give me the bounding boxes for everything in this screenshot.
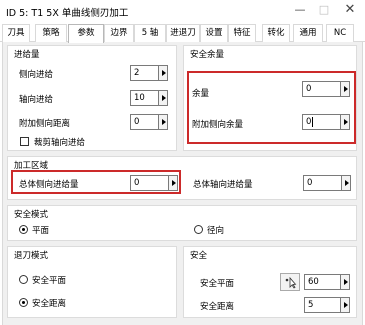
extra-side-distance-input[interactable]: 0 — [130, 114, 168, 130]
side-feed-label: 侧向进给 — [19, 70, 54, 80]
safety-margin-group-title: 安全余量 — [190, 50, 225, 60]
retract-safe-distance-label: 安全距离 — [32, 299, 67, 309]
safe-plane-spin-arrow-icon[interactable] — [340, 275, 349, 289]
tab-tool[interactable]: 刀具 — [2, 24, 30, 42]
safety-mode-group-title: 安全模式 — [14, 210, 49, 220]
trim-axial-feed-label: 裁剪轴向进给 — [34, 138, 86, 148]
total-axial-feed-spin-arrow-icon[interactable] — [341, 176, 350, 190]
tab-settings[interactable]: 设置 — [200, 24, 228, 42]
safety-mode-plane-radio[interactable] — [19, 225, 28, 234]
maximize-button[interactable]: □ — [312, 0, 336, 20]
minimize-button[interactable]: — — [288, 0, 312, 20]
tab-bar: 刀具 策略 参数 边界 5 轴 进退刀 设置 特征 转化 通用 NC — [0, 24, 365, 43]
tab-parameters[interactable]: 参数 — [68, 24, 104, 43]
tab-strategy[interactable]: 策略 — [35, 24, 67, 42]
tab-lead-in-out[interactable]: 进退刀 — [166, 24, 200, 42]
side-feed-input[interactable]: 2 — [130, 65, 168, 81]
retract-mode-group-title: 退刀模式 — [14, 251, 49, 261]
tab-general[interactable]: 通用 — [293, 24, 323, 42]
side-feed-spin-arrow-icon[interactable] — [158, 66, 167, 80]
safety-mode-group: 安全模式 平面 径向 — [7, 205, 357, 241]
pick-point-icon — [285, 276, 297, 289]
safe-distance-label: 安全距离 — [200, 302, 235, 312]
tab-boundary[interactable]: 边界 — [104, 24, 134, 42]
retract-safe-plane-label: 安全平面 — [32, 276, 67, 286]
safe-plane-label: 安全平面 — [200, 279, 235, 289]
retract-safe-plane-radio[interactable] — [19, 275, 28, 284]
title-bar: ID 5: T1 5X 单曲线侧刃加工 — □ ✕ — [0, 0, 365, 22]
safe-distance-input[interactable]: 5 — [304, 297, 350, 313]
safety-group: 安全 安全平面 60 安全距离 5 — [183, 246, 357, 318]
feed-group-title: 进给量 — [14, 50, 40, 60]
total-side-feed-highlight — [11, 170, 181, 194]
extra-side-distance-spin-arrow-icon[interactable] — [158, 115, 167, 129]
total-axial-feed-input[interactable]: 0 — [303, 175, 351, 191]
retract-safe-distance-radio[interactable] — [19, 298, 28, 307]
retract-mode-group: 退刀模式 安全平面 安全距离 — [7, 246, 177, 318]
extra-side-distance-label: 附加侧向距离 — [19, 119, 71, 129]
tab-features[interactable]: 特征 — [228, 24, 256, 42]
axial-feed-input[interactable]: 10 — [130, 90, 168, 106]
safe-distance-spin-arrow-icon[interactable] — [340, 298, 349, 312]
safety-mode-radial-radio[interactable] — [194, 225, 203, 234]
axial-feed-label: 轴向进给 — [19, 95, 54, 105]
safety-mode-radial-label: 径向 — [207, 226, 225, 236]
safety-group-title: 安全 — [190, 251, 208, 261]
tab-5axis[interactable]: 5 轴 — [134, 24, 166, 42]
total-axial-feed-label: 总体轴向进给量 — [193, 180, 253, 190]
feed-group: 进给量 侧向进给 2 轴向进给 10 附加侧向距离 0 裁剪轴向进给 — [7, 45, 177, 151]
axial-feed-spin-arrow-icon[interactable] — [158, 91, 167, 105]
safety-margin-highlight — [187, 71, 356, 144]
tab-nc[interactable]: NC — [326, 24, 354, 42]
window-title: ID 5: T1 5X 单曲线侧刃加工 — [6, 8, 129, 19]
tab-transform[interactable]: 转化 — [262, 24, 290, 42]
trim-axial-feed-checkbox[interactable] — [20, 137, 29, 146]
safe-plane-input[interactable]: 60 — [304, 274, 350, 290]
pick-point-button[interactable] — [280, 273, 300, 291]
safety-mode-plane-label: 平面 — [32, 226, 50, 236]
close-button[interactable]: ✕ — [338, 0, 362, 20]
